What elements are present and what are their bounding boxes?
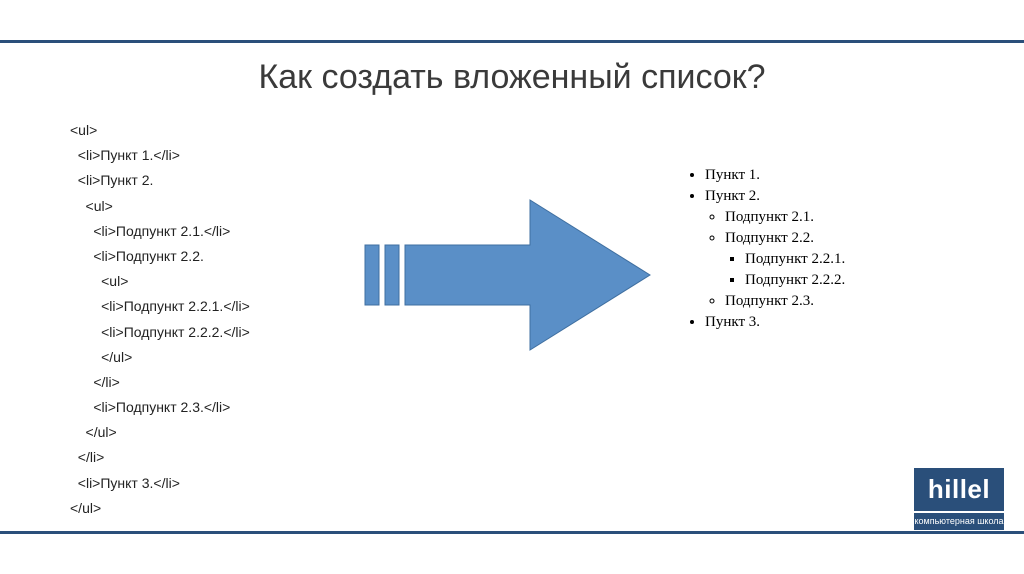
list-item: Подпункт 2.2. Подпункт 2.2.1. Подпункт 2… [725,228,845,291]
code-line: </li> [70,370,350,395]
list-item: Пункт 3. [705,312,845,333]
top-rule [0,40,1024,43]
logo-tagline: компьютерная школа [914,513,1004,530]
code-line: </ul> [70,345,350,370]
list-item: Подпункт 2.1. [725,207,845,228]
list-item: Подпункт 2.2.2. [745,270,845,291]
code-line: <li>Подпункт 2.2.1.</li> [70,294,350,319]
code-line: <li>Подпункт 2.1.</li> [70,219,350,244]
arrow-icon [360,190,660,360]
list-item: Подпункт 2.3. [725,291,845,312]
code-line: </ul> [70,420,350,445]
code-line: <li>Подпункт 2.3.</li> [70,395,350,420]
bottom-rule [0,531,1024,534]
list-item: Пункт 1. [705,165,845,186]
code-line: <li>Подпункт 2.2. [70,244,350,269]
list-item-label: Пункт 2. [705,188,760,204]
code-line: </li> [70,445,350,470]
code-line: </ul> [70,496,350,521]
html-code-block: <ul> <li>Пункт 1.</li> <li>Пункт 2. <ul>… [70,118,350,521]
code-line: <ul> [70,118,350,143]
code-line: <ul> [70,194,350,219]
list-item: Подпункт 2.2.1. [745,249,845,270]
code-line: <ul> [70,269,350,294]
list-item: Пункт 2. Подпункт 2.1. Подпункт 2.2. Под… [705,186,845,312]
rendered-list-output: Пункт 1. Пункт 2. Подпункт 2.1. Подпункт… [685,165,845,333]
code-line: <li>Пункт 3.</li> [70,471,350,496]
page-title: Как создать вложенный список? [0,58,1024,97]
list-item-label: Подпункт 2.2. [725,230,814,246]
logo-brand: hillel [914,468,1004,511]
code-line: <li>Пункт 2. [70,168,350,193]
code-line: <li>Подпункт 2.2.2.</li> [70,320,350,345]
hillel-logo: hillel компьютерная школа [914,468,1004,530]
code-line: <li>Пункт 1.</li> [70,143,350,168]
